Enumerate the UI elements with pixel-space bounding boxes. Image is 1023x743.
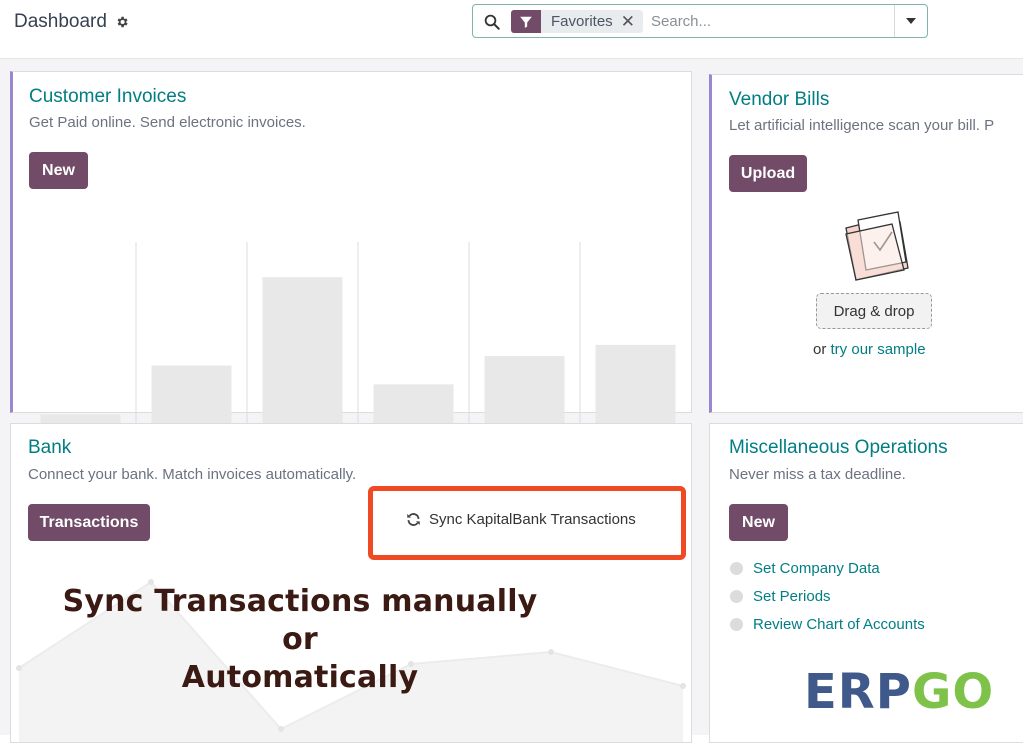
list-item[interactable]: Set Company Data <box>730 560 880 577</box>
customer-invoices-subtitle: Get Paid online. Send electronic invoice… <box>29 114 306 131</box>
page-title: Dashboard <box>14 11 129 33</box>
logo-part-1: ERP <box>804 664 912 720</box>
set-company-data-link[interactable]: Set Company Data <box>753 560 880 577</box>
customer-invoices-card: Customer Invoices Get Paid online. Send … <box>10 71 692 477</box>
filter-icon <box>511 10 541 33</box>
page-title-text: Dashboard <box>14 11 107 32</box>
bank-title[interactable]: Bank <box>28 437 71 459</box>
sync-highlight-box: Sync KapitalBank Transactions <box>368 486 686 560</box>
customer-invoices-title[interactable]: Customer Invoices <box>29 86 186 108</box>
vendor-bills-subtitle: Let artificial intelligence scan your bi… <box>729 117 995 134</box>
sync-transactions-button[interactable]: Sync KapitalBank Transactions <box>406 511 636 528</box>
sync-label: Sync KapitalBank Transactions <box>429 511 636 528</box>
drag-drop-zone[interactable]: Drag & drop <box>816 293 932 329</box>
vendor-bills-title[interactable]: Vendor Bills <box>729 89 829 111</box>
refresh-icon <box>407 513 420 526</box>
vendor-bills-card: Vendor Bills Let artificial intelligence… <box>709 74 1023 413</box>
circle-icon <box>730 590 743 603</box>
transactions-button[interactable]: Transactions <box>28 504 150 541</box>
search-icon <box>484 14 500 30</box>
search-input[interactable] <box>651 10 891 32</box>
top-bar: Dashboard Favorites ✕ <box>0 0 1023 59</box>
sample-hint: or try our sample <box>813 341 926 358</box>
erpgo-logo: ERPGO <box>804 665 994 719</box>
misc-operations-subtitle: Never miss a tax deadline. <box>729 466 906 483</box>
circle-icon <box>730 618 743 631</box>
list-item[interactable]: Set Periods <box>730 588 831 605</box>
upload-button[interactable]: Upload <box>729 155 807 192</box>
overlay-line-3: Automatically <box>181 660 419 695</box>
or-text: or <box>813 341 827 358</box>
caret-down-icon <box>906 18 916 24</box>
list-item[interactable]: Review Chart of Accounts <box>730 616 925 633</box>
search-bar[interactable]: Favorites ✕ <box>472 4 928 38</box>
bank-card: Bank Connect your bank. Match invoices a… <box>10 423 692 743</box>
overlay-line-1: Sync Transactions manually <box>62 584 538 619</box>
new-entry-button[interactable]: New <box>729 504 788 541</box>
document-folder-icon <box>845 211 909 281</box>
search-options-toggle[interactable] <box>894 5 927 37</box>
set-periods-link[interactable]: Set Periods <box>753 588 831 605</box>
misc-operations-title[interactable]: Miscellaneous Operations <box>729 437 948 459</box>
gear-icon[interactable] <box>115 15 129 29</box>
bank-subtitle: Connect your bank. Match invoices automa… <box>28 466 357 483</box>
logo-part-2: GO <box>911 664 995 720</box>
facet-label: Favorites <box>551 13 613 30</box>
try-sample-link[interactable]: try our sample <box>831 341 926 358</box>
review-chart-link[interactable]: Review Chart of Accounts <box>753 616 925 633</box>
new-invoice-button[interactable]: New <box>29 152 88 189</box>
circle-icon <box>730 562 743 575</box>
overlay-line-2: or <box>282 622 318 657</box>
favorites-facet[interactable]: Favorites ✕ <box>511 10 643 33</box>
remove-facet-icon[interactable]: ✕ <box>621 10 643 33</box>
